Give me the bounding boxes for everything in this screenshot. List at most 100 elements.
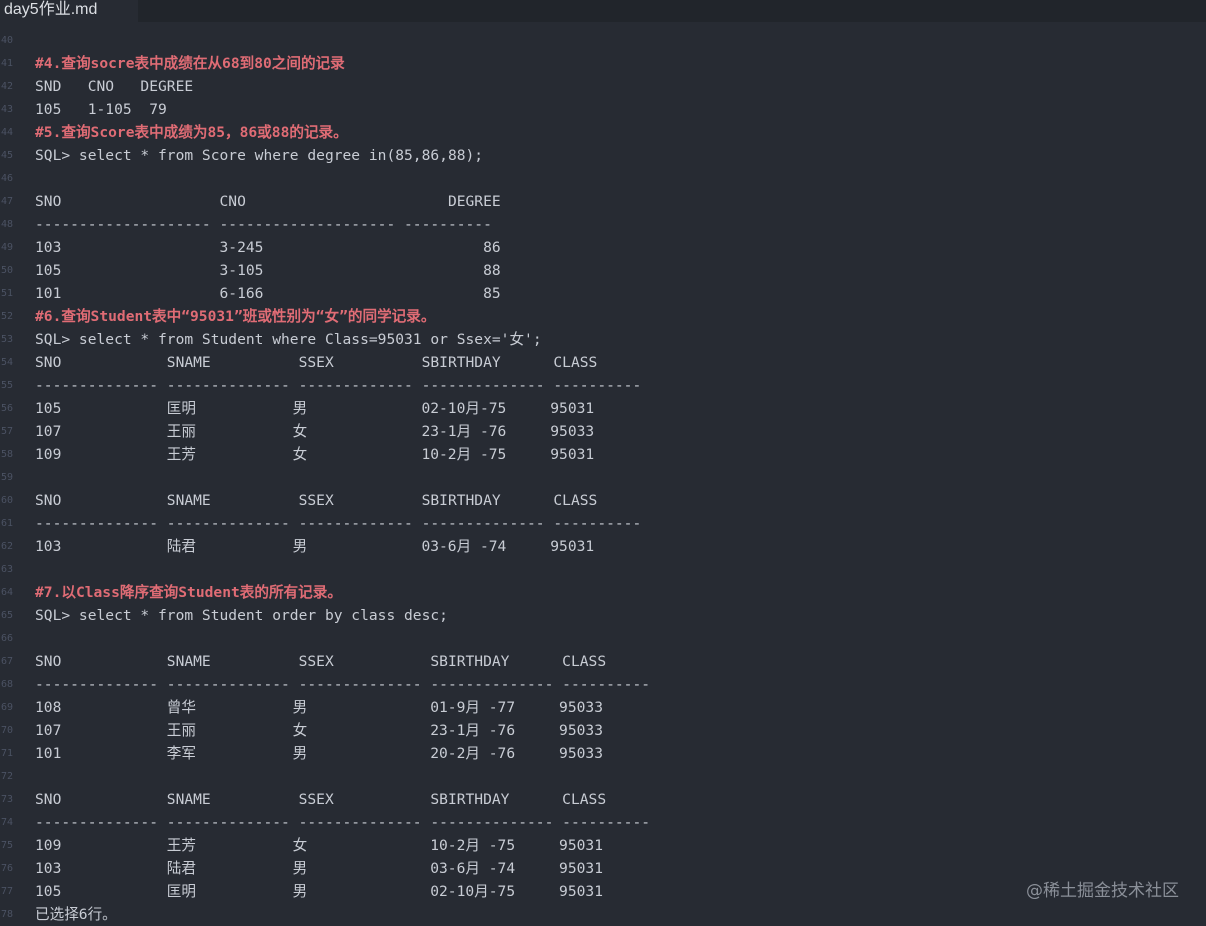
code-text: 105 3-105 88 bbox=[35, 262, 501, 279]
editor-line: 44 #5.查询Score表中成绩为85，86或88的记录。 bbox=[0, 121, 1206, 144]
line-number: 67 bbox=[1, 656, 14, 667]
code-text: SND CNO DEGREE bbox=[35, 78, 194, 95]
code-text: 107 王丽 女 23-1月 -76 95033 bbox=[35, 423, 595, 440]
line-number: 44 bbox=[1, 127, 14, 138]
line-number: 61 bbox=[1, 518, 14, 529]
code-text: SQL> select * from Student order by clas… bbox=[35, 607, 448, 624]
editor-line: 41 #4.查询socre表中成绩在从68到80之间的记录 bbox=[0, 52, 1206, 75]
editor-line: 48 -------------------- -----------------… bbox=[0, 213, 1206, 236]
line-number: 40 bbox=[1, 35, 14, 46]
editor-line: 64 #7.以Class降序查询Student表的所有记录。 bbox=[0, 581, 1206, 604]
line-number: 43 bbox=[1, 104, 14, 115]
editor-line: 70 107 王丽 女 23-1月 -76 95033 bbox=[0, 719, 1206, 742]
line-number: 49 bbox=[1, 242, 14, 253]
line-number: 66 bbox=[1, 633, 14, 644]
editor-line: 40 bbox=[0, 29, 1206, 52]
code-text: 103 3-245 86 bbox=[35, 239, 501, 256]
line-number: 53 bbox=[1, 334, 14, 345]
editor-line: 58 109 王芳 女 10-2月 -75 95031 bbox=[0, 443, 1206, 466]
tab-bar: day5作业.md bbox=[0, 0, 1206, 22]
line-number: 57 bbox=[1, 426, 14, 437]
code-text: 109 王芳 女 10-2月 -75 95031 bbox=[35, 837, 603, 854]
code-text: 101 6-166 85 bbox=[35, 285, 501, 302]
editor-line: 49 103 3-245 86 bbox=[0, 236, 1206, 259]
code-text: SQL> select * from Score where degree in… bbox=[35, 147, 484, 164]
code-text: 105 匡明 男 02-10月-75 95031 bbox=[35, 400, 595, 417]
code-text: 108 曾华 男 01-9月 -77 95033 bbox=[35, 699, 603, 716]
code-text: 101 李军 男 20-2月 -76 95033 bbox=[35, 745, 603, 762]
code-text: 103 陆君 男 03-6月 -74 95031 bbox=[35, 860, 603, 877]
line-number: 70 bbox=[1, 725, 14, 736]
editor-line: 67 SNO SNAME SSEX SBIRTHDAY CLASS bbox=[0, 650, 1206, 673]
code-text: SNO SNAME SSEX SBIRTHDAY CLASS bbox=[35, 492, 598, 509]
editor-line: 42 SND CNO DEGREE bbox=[0, 75, 1206, 98]
editor-line: 61 -------------- -------------- --------… bbox=[0, 512, 1206, 535]
line-number: 56 bbox=[1, 403, 14, 414]
line-number: 52 bbox=[1, 311, 14, 322]
editor-line: 65 SQL> select * from Student order by cl… bbox=[0, 604, 1206, 627]
code-text: -------------------- -------------------… bbox=[35, 216, 492, 233]
editor-line: 51 101 6-166 85 bbox=[0, 282, 1206, 305]
editor-line: 50 105 3-105 88 bbox=[0, 259, 1206, 282]
editor-line: 71 101 李军 男 20-2月 -76 95033 bbox=[0, 742, 1206, 765]
line-number: 64 bbox=[1, 587, 14, 598]
line-number: 41 bbox=[1, 58, 14, 69]
line-number: 45 bbox=[1, 150, 14, 161]
line-number: 75 bbox=[1, 840, 14, 851]
line-number: 51 bbox=[1, 288, 14, 299]
line-number: 50 bbox=[1, 265, 14, 276]
line-number: 77 bbox=[1, 886, 14, 897]
editor-line: 53 SQL> select * from Student where Class… bbox=[0, 328, 1206, 351]
code-text: 已选择6行。 bbox=[35, 906, 117, 923]
editor-line: 75 109 王芳 女 10-2月 -75 95031 bbox=[0, 834, 1206, 857]
line-number: 47 bbox=[1, 196, 14, 207]
editor-line: 55 -------------- -------------- --------… bbox=[0, 374, 1206, 397]
editor-line: 63 bbox=[0, 558, 1206, 581]
line-number: 68 bbox=[1, 679, 14, 690]
editor-line: 62 103 陆君 男 03-6月 -74 95031 bbox=[0, 535, 1206, 558]
line-number: 62 bbox=[1, 541, 14, 552]
editor-line: 59 bbox=[0, 466, 1206, 489]
code-text: 109 王芳 女 10-2月 -75 95031 bbox=[35, 446, 595, 463]
line-number: 46 bbox=[1, 173, 14, 184]
code-text: 107 王丽 女 23-1月 -76 95033 bbox=[35, 722, 603, 739]
code-text: -------------- -------------- ----------… bbox=[35, 377, 642, 394]
editor-line: 60 SNO SNAME SSEX SBIRTHDAY CLASS bbox=[0, 489, 1206, 512]
editor-line: 43 105 1-105 79 bbox=[0, 98, 1206, 121]
line-number: 58 bbox=[1, 449, 14, 460]
editor-line: 78 已选择6行。 bbox=[0, 903, 1206, 926]
line-number: 69 bbox=[1, 702, 14, 713]
code-text: 103 陆君 男 03-6月 -74 95031 bbox=[35, 538, 595, 555]
line-number: 72 bbox=[1, 771, 14, 782]
editor-line: 45 SQL> select * from Score where degree … bbox=[0, 144, 1206, 167]
line-number: 78 bbox=[1, 909, 14, 920]
editor-line: 52 #6.查询Student表中“95031”班或性别为“女”的同学记录。 bbox=[0, 305, 1206, 328]
editor-line: 46 bbox=[0, 167, 1206, 190]
editor-line: 73 SNO SNAME SSEX SBIRTHDAY CLASS bbox=[0, 788, 1206, 811]
line-number: 65 bbox=[1, 610, 14, 621]
editor-pane[interactable]: 40 41 #4.查询socre表中成绩在从68到80之间的记录 42 SND CNO … bbox=[0, 29, 1206, 926]
editor-line: 57 107 王丽 女 23-1月 -76 95033 bbox=[0, 420, 1206, 443]
code-text: SNO CNO DEGREE bbox=[35, 193, 501, 210]
editor-line: 54 SNO SNAME SSEX SBIRTHDAY CLASS bbox=[0, 351, 1206, 374]
code-text: SNO SNAME SSEX SBIRTHDAY CLASS bbox=[35, 653, 607, 670]
line-number: 55 bbox=[1, 380, 14, 391]
editor-line: 74 -------------- -------------- --------… bbox=[0, 811, 1206, 834]
code-text: -------------- -------------- ----------… bbox=[35, 676, 651, 693]
line-number: 54 bbox=[1, 357, 14, 368]
line-number: 63 bbox=[1, 564, 14, 575]
file-tab[interactable]: day5作业.md bbox=[0, 0, 138, 22]
line-number: 76 bbox=[1, 863, 14, 874]
editor-line: 66 bbox=[0, 627, 1206, 650]
heading-text: #7.以Class降序查询Student表的所有记录。 bbox=[35, 584, 342, 601]
editor-line: 68 -------------- -------------- --------… bbox=[0, 673, 1206, 696]
line-number: 74 bbox=[1, 817, 14, 828]
line-number: 71 bbox=[1, 748, 14, 759]
editor-line: 69 108 曾华 男 01-9月 -77 95033 bbox=[0, 696, 1206, 719]
line-number: 42 bbox=[1, 81, 14, 92]
watermark: @稀土掘金技术社区 bbox=[1026, 881, 1179, 901]
editor-line: 56 105 匡明 男 02-10月-75 95031 bbox=[0, 397, 1206, 420]
code-text: SQL> select * from Student where Class=9… bbox=[35, 331, 542, 348]
heading-text: #6.查询Student表中“95031”班或性别为“女”的同学记录。 bbox=[35, 308, 436, 325]
line-number: 59 bbox=[1, 472, 14, 483]
